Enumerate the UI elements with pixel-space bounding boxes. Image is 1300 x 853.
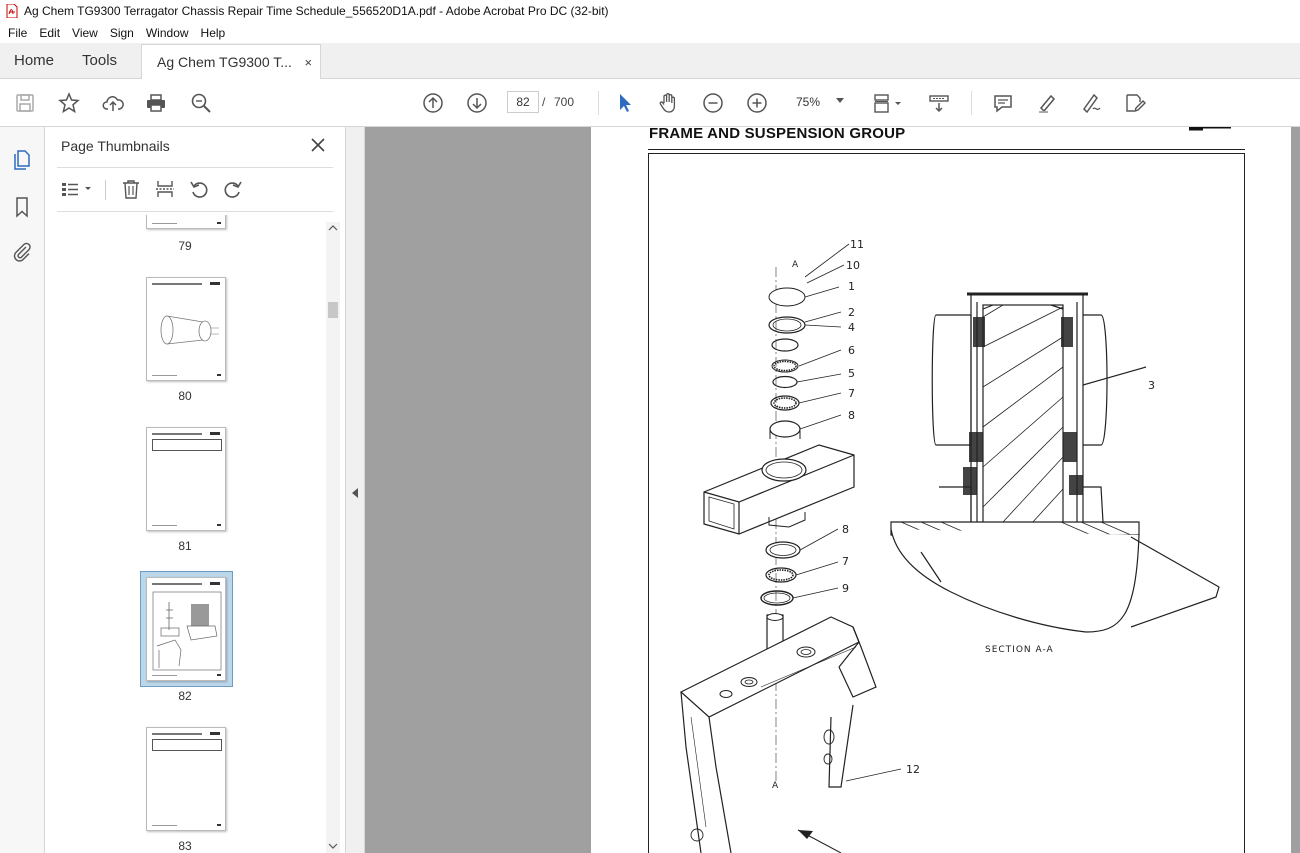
part-label-5: 5 xyxy=(848,367,855,380)
panel-divider xyxy=(57,211,333,212)
scroll-mode-icon[interactable] xyxy=(927,91,951,115)
tab-document[interactable]: Ag Chem TG9300 T... × xyxy=(141,44,322,79)
insert-page-icon[interactable] xyxy=(153,177,177,201)
tab-bar: Home Tools Ag Chem TG9300 T... × xyxy=(0,43,1300,79)
menu-file[interactable]: File xyxy=(2,26,33,40)
zoom-in-icon[interactable] xyxy=(745,91,769,115)
zoom-value: 75% xyxy=(796,95,821,109)
thumbnail-scrollbar[interactable] xyxy=(326,222,340,853)
delete-page-icon[interactable] xyxy=(119,177,143,201)
window-title: Ag Chem TG9300 Terragator Chassis Repair… xyxy=(24,4,609,18)
menu-edit[interactable]: Edit xyxy=(33,26,66,40)
chevron-down-icon xyxy=(836,98,844,103)
bookmark-star-icon[interactable] xyxy=(57,91,81,115)
page-number-input[interactable]: 82 xyxy=(507,91,539,113)
acrobat-app-icon xyxy=(6,4,18,18)
part-label-9: 9 xyxy=(842,582,849,595)
toolbar-divider xyxy=(105,180,106,200)
bookmarks-icon[interactable] xyxy=(10,195,34,219)
part-label-4: 4 xyxy=(848,321,855,334)
part-label-8-lower: 8 xyxy=(842,523,849,536)
rotate-counterclockwise-icon[interactable] xyxy=(187,177,211,201)
comment-icon[interactable] xyxy=(991,91,1015,115)
save-icon[interactable] xyxy=(13,91,37,115)
zoom-select[interactable]: 75% xyxy=(788,90,846,114)
menu-sign[interactable]: Sign xyxy=(104,26,140,40)
part-label-7: 7 xyxy=(848,387,855,400)
select-cursor-icon[interactable] xyxy=(613,91,637,115)
edit-pdf-icon[interactable] xyxy=(1123,91,1147,115)
main-toolbar xyxy=(0,79,1300,127)
section-mark-top: A xyxy=(792,260,799,270)
upload-cloud-icon[interactable] xyxy=(101,91,125,115)
total-pages: 700 xyxy=(554,95,575,109)
part-label-8: 8 xyxy=(848,409,855,422)
search-icon[interactable] xyxy=(189,91,213,115)
close-icon[interactable] xyxy=(310,137,326,153)
thumbnail-page-79[interactable] xyxy=(146,215,226,229)
next-page-icon[interactable] xyxy=(465,91,489,115)
previous-page-icon[interactable] xyxy=(421,91,445,115)
toolbar-divider xyxy=(971,91,972,115)
exploded-parts-diagram: 11 10 1 2 4 6 5 7 8 8 7 9 12 A A 3 SECTI… xyxy=(679,127,1231,853)
part-label-11: 11 xyxy=(850,238,864,251)
page-thumbnails-panel: Page Thumbnails 79 80 81 82 83 xyxy=(45,127,346,853)
thumbnail-page-80[interactable] xyxy=(146,277,226,381)
thumbnail-page-83[interactable] xyxy=(146,727,226,831)
thumbnail-page-81[interactable] xyxy=(146,427,226,531)
corner-logo xyxy=(1189,127,1231,131)
menu-view[interactable]: View xyxy=(66,26,104,40)
collapse-panel-icon[interactable] xyxy=(352,488,358,498)
thumbnail-label: 82 xyxy=(178,689,192,703)
section-a-a-label: SECTION A-A xyxy=(985,645,1054,655)
navigation-rail xyxy=(0,127,45,853)
part-label-6: 6 xyxy=(848,344,855,357)
part-label-3: 3 xyxy=(1148,379,1155,392)
panel-splitter[interactable] xyxy=(346,127,365,853)
toolbar-divider xyxy=(598,91,599,115)
menu-help[interactable]: Help xyxy=(195,26,232,40)
tab-tools[interactable]: Tools xyxy=(68,43,131,78)
rotate-clockwise-icon[interactable] xyxy=(221,177,245,201)
hand-tool-icon[interactable] xyxy=(656,91,680,115)
thumbnail-label: 80 xyxy=(178,389,192,403)
part-label-1: 1 xyxy=(848,280,855,293)
highlight-pen-icon[interactable] xyxy=(1035,91,1059,115)
section-mark-bottom: A xyxy=(772,781,779,791)
part-label-12: 12 xyxy=(906,763,920,776)
page-thumbnails-icon[interactable] xyxy=(10,147,34,171)
print-icon[interactable] xyxy=(144,91,168,115)
title-bar: Ag Chem TG9300 Terragator Chassis Repair… xyxy=(0,0,1300,22)
panel-divider xyxy=(57,167,333,168)
scrollbar-thumb[interactable] xyxy=(328,302,338,318)
part-label-2: 2 xyxy=(848,306,855,319)
zoom-out-icon[interactable] xyxy=(701,91,725,115)
part-label-7-lower: 7 xyxy=(842,555,849,568)
fill-sign-icon[interactable] xyxy=(1079,91,1103,115)
scroll-down-icon[interactable] xyxy=(328,842,338,850)
thumbnail-list: 79 80 81 82 83 xyxy=(45,215,325,853)
panel-title: Page Thumbnails xyxy=(61,138,170,154)
thumbnail-label: 81 xyxy=(178,539,192,553)
scroll-up-icon[interactable] xyxy=(328,224,338,232)
page-display-icon[interactable] xyxy=(870,91,904,115)
menu-window[interactable]: Window xyxy=(140,26,195,40)
page-separator: / xyxy=(542,95,546,109)
thumbnail-label: 79 xyxy=(178,239,192,253)
attachments-icon[interactable] xyxy=(10,240,34,264)
thumbnail-options-icon[interactable] xyxy=(59,177,95,201)
document-tab-label: Ag Chem TG9300 T... xyxy=(157,54,292,70)
menu-bar: File Edit View Sign Window Help xyxy=(0,22,1300,43)
part-label-10: 10 xyxy=(846,259,860,272)
thumbnail-page-82[interactable] xyxy=(146,577,226,681)
thumbnail-label: 83 xyxy=(178,839,192,853)
close-tab-icon[interactable]: × xyxy=(304,55,312,70)
tab-home[interactable]: Home xyxy=(0,43,68,78)
